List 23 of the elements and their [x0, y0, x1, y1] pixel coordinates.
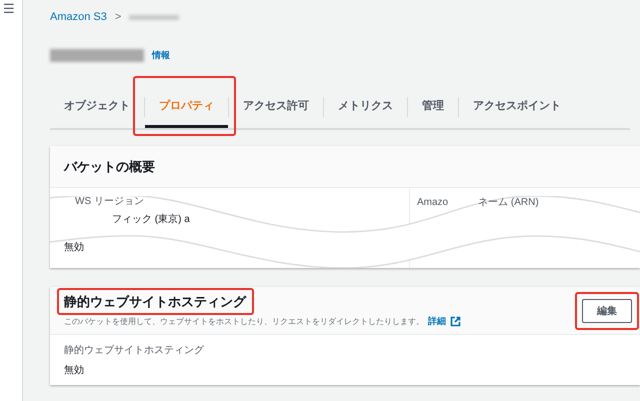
section-heading: バケットの概要 [64, 158, 155, 176]
breadcrumb-link[interactable]: Amazon S3 [50, 11, 107, 23]
field-label: Amazo [417, 197, 448, 209]
field-value: 無効 [64, 365, 85, 377]
breadcrumb-separator: > [114, 11, 122, 23]
external-link-icon[interactable] [450, 316, 461, 327]
tab[interactable]: メトリクス [324, 86, 407, 128]
field-label: ネーム (ARN) [478, 197, 539, 209]
section-heading: 静的ウェブサイトホスティング [64, 294, 246, 309]
detail-link[interactable]: 詳細 [428, 315, 446, 328]
tab[interactable]: オブジェクト [50, 86, 144, 128]
tab[interactable]: アクセス許可 [229, 86, 323, 128]
field-value: 無効 [64, 242, 85, 254]
tab[interactable]: 管理 [408, 86, 458, 128]
edit-button[interactable]: 編集 [582, 298, 632, 322]
field-label: WS リージョン [75, 196, 145, 208]
tab[interactable]: アクセスポイント [459, 86, 575, 128]
menu-icon[interactable]: ☰ [3, 2, 15, 16]
info-link[interactable]: 情報 [152, 48, 170, 62]
redacted-breadcrumb [129, 14, 180, 20]
field-label: 静的ウェブサイトホスティング [64, 345, 205, 357]
field-value: フィック (東京) a [112, 214, 191, 226]
section-description: このバケットを使用して、ウェブサイトをホストしたり、リクエストをリダイレクトしたりします。 [64, 316, 424, 327]
